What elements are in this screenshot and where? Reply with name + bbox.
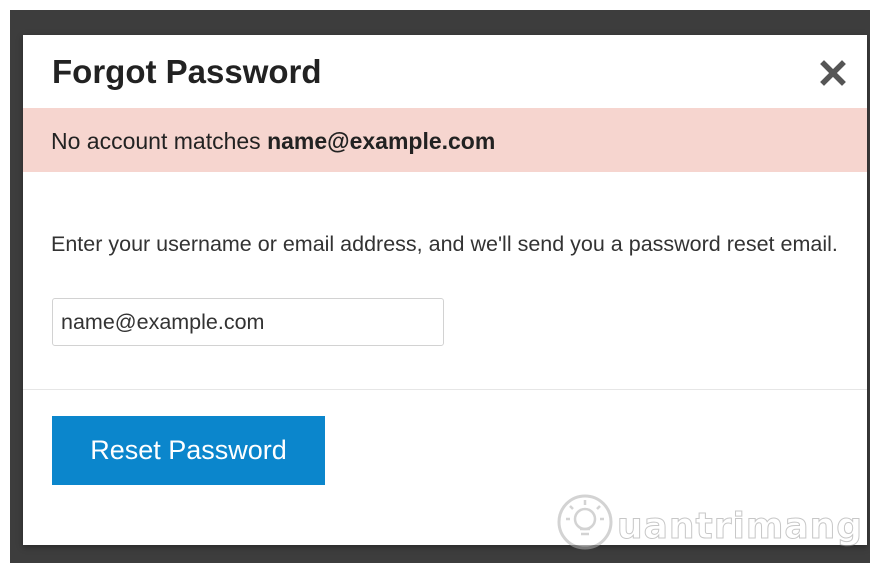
error-alert: No account matches name@example.com (23, 108, 867, 172)
close-icon (820, 60, 846, 86)
alert-message: No account matches name@example.com (51, 127, 495, 155)
footer-divider (23, 389, 867, 390)
reset-password-button[interactable]: Reset Password (52, 416, 325, 485)
watermark-text: uantrimang (616, 506, 864, 548)
alert-email: name@example.com (267, 128, 496, 154)
watermark: uantrimang (555, 488, 865, 558)
close-button[interactable] (819, 59, 847, 87)
lightbulb-logo-icon (557, 494, 613, 550)
dialog-title: Forgot Password (52, 53, 322, 90)
email-field[interactable] (52, 298, 444, 346)
screenshot-frame: Forgot Password No account matches name@… (0, 0, 870, 563)
forgot-password-dialog: Forgot Password No account matches name@… (23, 35, 867, 545)
instructions-text: Enter your username or email address, an… (51, 232, 838, 256)
alert-prefix: No account matches (51, 128, 268, 154)
